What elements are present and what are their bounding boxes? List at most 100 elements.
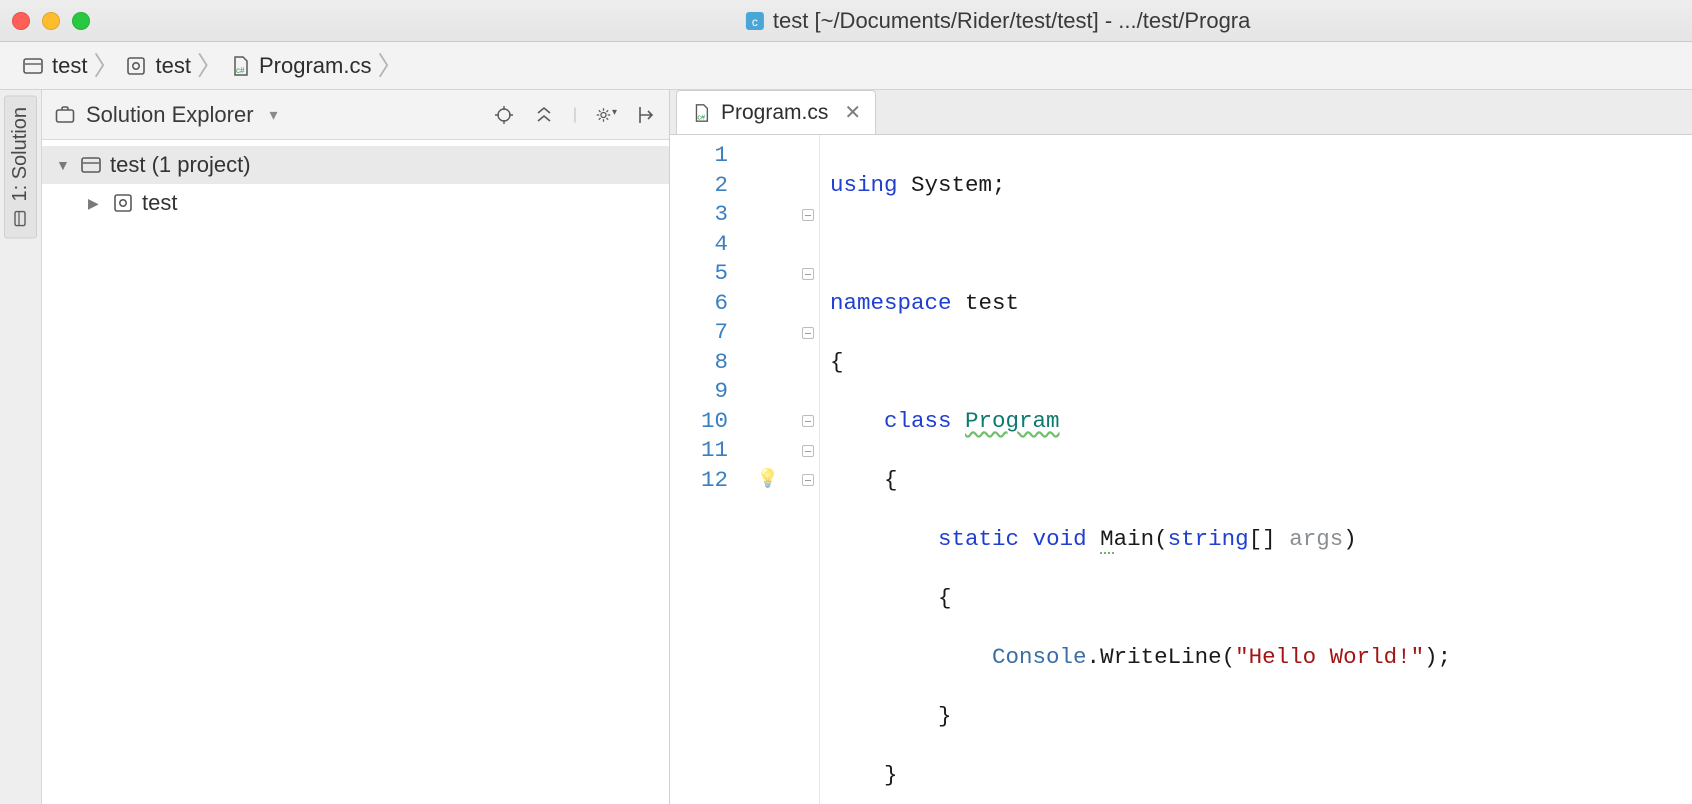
token-method: ain (1114, 526, 1155, 552)
line-number-gutter: 1 2 3 4 5 6 7 8 9 10 11 12 (670, 135, 740, 804)
solution-icon (22, 55, 44, 77)
token-punct: ); (1424, 644, 1451, 670)
app-icon: c (745, 11, 765, 31)
token-brace: } (938, 703, 952, 729)
breadcrumb-item[interactable]: c# Program.cs (225, 53, 375, 79)
close-icon[interactable]: ✕ (844, 100, 861, 125)
editor-tab[interactable]: c# Program.cs ✕ (676, 90, 876, 134)
breadcrumb-separator-icon: 〉 (93, 46, 119, 83)
fold-toggle-icon[interactable] (802, 209, 814, 221)
tool-tab-label: 1: Solution (9, 107, 32, 202)
project-icon (112, 192, 134, 214)
line-number: 6 (670, 289, 728, 319)
lightbulb-icon[interactable]: 💡 (757, 466, 779, 496)
editor-tab-label: Program.cs (721, 101, 828, 125)
token-string: "Hello World!" (1235, 644, 1424, 670)
token-brace: } (884, 762, 898, 788)
hide-panel-icon[interactable] (635, 104, 657, 126)
token-punct: . (1087, 644, 1101, 670)
window-title: c test [~/Documents/Rider/test/test] - .… (745, 8, 1250, 34)
locate-icon[interactable] (493, 104, 515, 126)
breadcrumb-label: test (155, 53, 190, 79)
csharp-file-icon: c# (691, 103, 711, 123)
token-keyword: using (830, 172, 898, 198)
solution-icon (80, 154, 102, 176)
explorer-title-text: Solution Explorer (86, 102, 254, 128)
token-keyword: static (938, 526, 1019, 552)
fold-gutter (796, 135, 820, 804)
window-close-button[interactable] (12, 12, 30, 30)
svg-text:c#: c# (697, 112, 705, 121)
token-class: Program (965, 408, 1060, 434)
briefcase-icon (54, 104, 76, 126)
titlebar: c test [~/Documents/Rider/test/test] - .… (0, 0, 1692, 42)
marker-gutter: 💡 (740, 135, 796, 804)
toolbar-separator: | (573, 106, 577, 124)
csharp-file-icon: c# (229, 55, 251, 77)
token-type: string (1168, 526, 1249, 552)
tree-node-label: test (142, 190, 177, 216)
explorer-header: Solution Explorer ▾ | ▾ (42, 90, 669, 140)
breadcrumb-bar: test 〉 test 〉 c# Program.cs 〉 (0, 42, 1692, 90)
solution-explorer-panel: Solution Explorer ▾ | ▾ ▼ test (1 projec… (42, 90, 670, 804)
token-brace: { (884, 467, 898, 493)
token-punct: ( (1222, 644, 1236, 670)
expander-open-icon[interactable]: ▼ (56, 157, 72, 173)
tree-node-label: test (1 project) (110, 152, 251, 178)
breadcrumb-item[interactable]: test (18, 53, 91, 79)
fold-toggle-icon[interactable] (802, 474, 814, 486)
line-number: 3 (670, 200, 728, 230)
token-method: WriteLine (1100, 644, 1222, 670)
svg-text:c#: c# (236, 66, 245, 75)
breadcrumb-separator-icon: 〉 (377, 46, 403, 83)
left-tool-strip: 1: Solution (0, 90, 42, 804)
solution-tool-window-tab[interactable]: 1: Solution (4, 96, 37, 239)
fold-toggle-icon[interactable] (802, 327, 814, 339)
line-number: 10 (670, 407, 728, 437)
token-param: args (1289, 526, 1343, 552)
window-title-text: test [~/Documents/Rider/test/test] - ...… (773, 8, 1250, 34)
tree-solution-node[interactable]: ▼ test (1 project) (42, 146, 669, 184)
line-number: 11 (670, 436, 728, 466)
breadcrumb-label: test (52, 53, 87, 79)
line-number: 5 (670, 259, 728, 289)
token-keyword: void (1033, 526, 1087, 552)
svg-text:c: c (752, 15, 758, 29)
token-brace: { (938, 585, 952, 611)
token-punct: ; (992, 172, 1006, 198)
chevron-down-icon: ▾ (270, 105, 278, 125)
solution-tree: ▼ test (1 project) ▶ test (42, 140, 669, 228)
fold-toggle-icon[interactable] (802, 268, 814, 280)
line-number: 8 (670, 348, 728, 378)
explorer-title[interactable]: Solution Explorer ▾ (54, 102, 483, 128)
token-punct: ) (1343, 526, 1357, 552)
expander-closed-icon[interactable]: ▶ (88, 195, 104, 212)
token-punct: ( (1154, 526, 1168, 552)
line-number: 4 (670, 230, 728, 260)
editor-area: c# Program.cs ✕ 1 2 3 4 5 6 7 8 9 10 (670, 90, 1692, 804)
tree-project-node[interactable]: ▶ test (42, 184, 669, 222)
line-number: 2 (670, 171, 728, 201)
token-keyword: namespace (830, 290, 952, 316)
token-brace: { (830, 349, 844, 375)
collapse-all-icon[interactable] (533, 104, 555, 126)
token-keyword: class (884, 408, 952, 434)
token-identifier: System (911, 172, 992, 198)
breadcrumb-item[interactable]: test (121, 53, 194, 79)
fold-toggle-icon[interactable] (802, 445, 814, 457)
token-punct: [] (1249, 526, 1276, 552)
breadcrumb-label: Program.cs (259, 53, 371, 79)
code-editor[interactable]: 1 2 3 4 5 6 7 8 9 10 11 12 💡 (670, 135, 1692, 804)
token-type: Console (992, 644, 1087, 670)
line-number: 12 (670, 466, 728, 496)
window-zoom-button[interactable] (72, 12, 90, 30)
project-icon (125, 55, 147, 77)
line-number: 9 (670, 377, 728, 407)
gear-icon[interactable]: ▾ (595, 104, 617, 126)
code-content[interactable]: using System; namespace test { class Pro… (820, 135, 1451, 804)
line-number: 1 (670, 141, 728, 171)
line-number: 7 (670, 318, 728, 348)
token-identifier: test (965, 290, 1019, 316)
window-minimize-button[interactable] (42, 12, 60, 30)
fold-toggle-icon[interactable] (802, 415, 814, 427)
